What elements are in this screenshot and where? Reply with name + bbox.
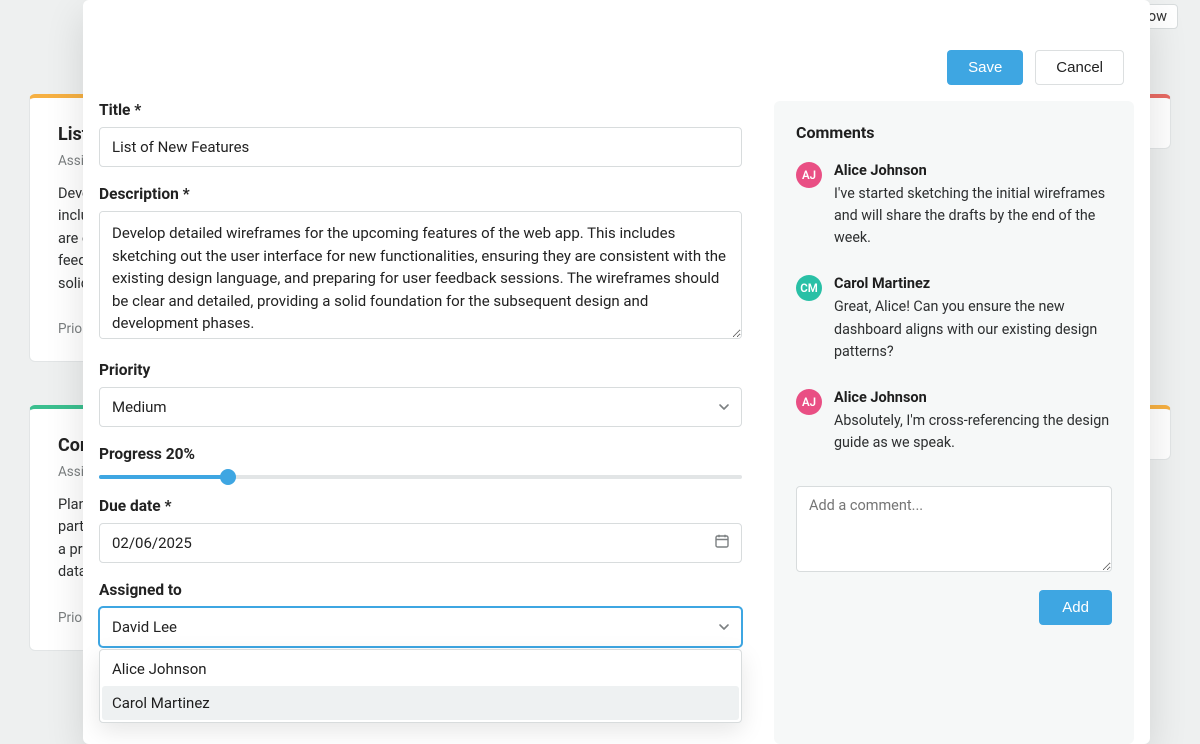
field-title: Title * (99, 101, 742, 167)
field-description: Description * (99, 185, 742, 343)
progress-fill (99, 475, 228, 479)
assigned-option-alice[interactable]: Alice Johnson (102, 652, 739, 686)
save-button[interactable]: Save (947, 50, 1023, 85)
title-label: Title * (99, 101, 742, 119)
cancel-button[interactable]: Cancel (1035, 50, 1124, 85)
priority-value[interactable] (99, 387, 742, 427)
description-label: Description * (99, 185, 742, 203)
comment-text: I've started sketching the initial wiref… (834, 183, 1112, 249)
assigned-label: Assigned to (99, 581, 742, 599)
comment-author: Alice Johnson (834, 389, 1112, 406)
title-input[interactable] (99, 127, 742, 167)
assigned-dropdown: Alice Johnson Carol Martinez (99, 649, 742, 723)
comment-item: AJ Alice Johnson Absolutely, I'm cross-r… (796, 389, 1112, 454)
form-pane: Title * Description * Priority Progress … (99, 101, 750, 744)
task-edit-modal: Save Cancel Title * Description * Priori… (83, 0, 1150, 744)
field-due-date: Due date * (99, 497, 742, 563)
assigned-select[interactable]: Alice Johnson Carol Martinez (99, 607, 742, 647)
due-date-picker[interactable] (99, 523, 742, 563)
due-date-input[interactable] (99, 523, 742, 563)
description-input[interactable] (99, 211, 742, 339)
comment-author: Alice Johnson (834, 162, 1112, 179)
field-progress: Progress 20% (99, 445, 742, 479)
comment-item: CM Carol Martinez Great, Alice! Can you … (796, 275, 1112, 362)
progress-thumb[interactable] (220, 469, 236, 485)
add-comment-button[interactable]: Add (1039, 590, 1112, 625)
comments-pane: Comments AJ Alice Johnson I've started s… (774, 101, 1134, 744)
add-comment-input[interactable] (796, 486, 1112, 572)
field-assigned-to: Assigned to Alice Johnson Carol Martinez (99, 581, 742, 647)
avatar: AJ (796, 389, 822, 415)
comments-heading: Comments (796, 123, 1112, 142)
progress-label: Progress 20% (99, 445, 742, 463)
comment-text: Absolutely, I'm cross-referencing the de… (834, 410, 1112, 454)
assigned-option-carol[interactable]: Carol Martinez (102, 686, 739, 720)
avatar: AJ (796, 162, 822, 188)
comment-item: AJ Alice Johnson I've started sketching … (796, 162, 1112, 249)
priority-select[interactable] (99, 387, 742, 427)
avatar: CM (796, 275, 822, 301)
due-date-label: Due date * (99, 497, 742, 515)
calendar-icon (714, 533, 730, 553)
comment-text: Great, Alice! Can you ensure the new das… (834, 296, 1112, 362)
assigned-value[interactable] (99, 607, 742, 647)
add-comment-area: Add (796, 486, 1112, 625)
priority-label: Priority (99, 361, 742, 379)
progress-slider[interactable] (99, 475, 742, 479)
modal-header: Save Cancel (83, 0, 1150, 101)
field-priority: Priority (99, 361, 742, 427)
comment-author: Carol Martinez (834, 275, 1112, 292)
modal-body: Title * Description * Priority Progress … (83, 101, 1150, 744)
